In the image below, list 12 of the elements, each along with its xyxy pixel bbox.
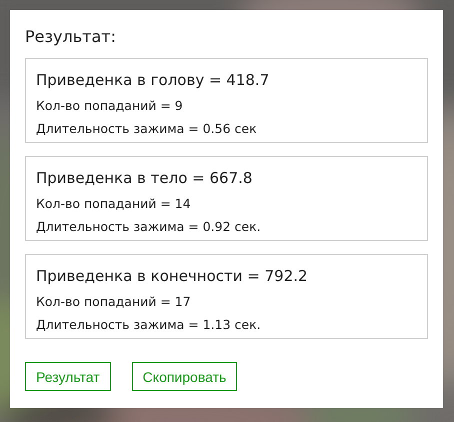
action-button[interactable]: Скопировать — [132, 362, 238, 391]
hold-duration: Длительность зажима = 0.56 сек — [36, 120, 258, 138]
hold-duration: Длительность зажима = 1.13 сек. — [36, 316, 262, 334]
hits-count: Кол-во попаданий = 9 — [36, 97, 184, 115]
result-heading: Приведенка в тело = 667.8 — [36, 168, 254, 189]
hold-duration: Длительность зажима = 0.92 сек. — [36, 218, 262, 236]
panel-title: Результат: — [25, 27, 117, 46]
action-button[interactable]: Результат — [25, 362, 111, 391]
hits-count: Кол-во попаданий = 17 — [36, 293, 192, 311]
result-heading: Приведенка в конечности = 792.2 — [36, 266, 309, 287]
result-heading: Приведенка в голову = 418.7 — [36, 70, 270, 91]
hits-count: Кол-во попаданий = 14 — [36, 195, 192, 213]
